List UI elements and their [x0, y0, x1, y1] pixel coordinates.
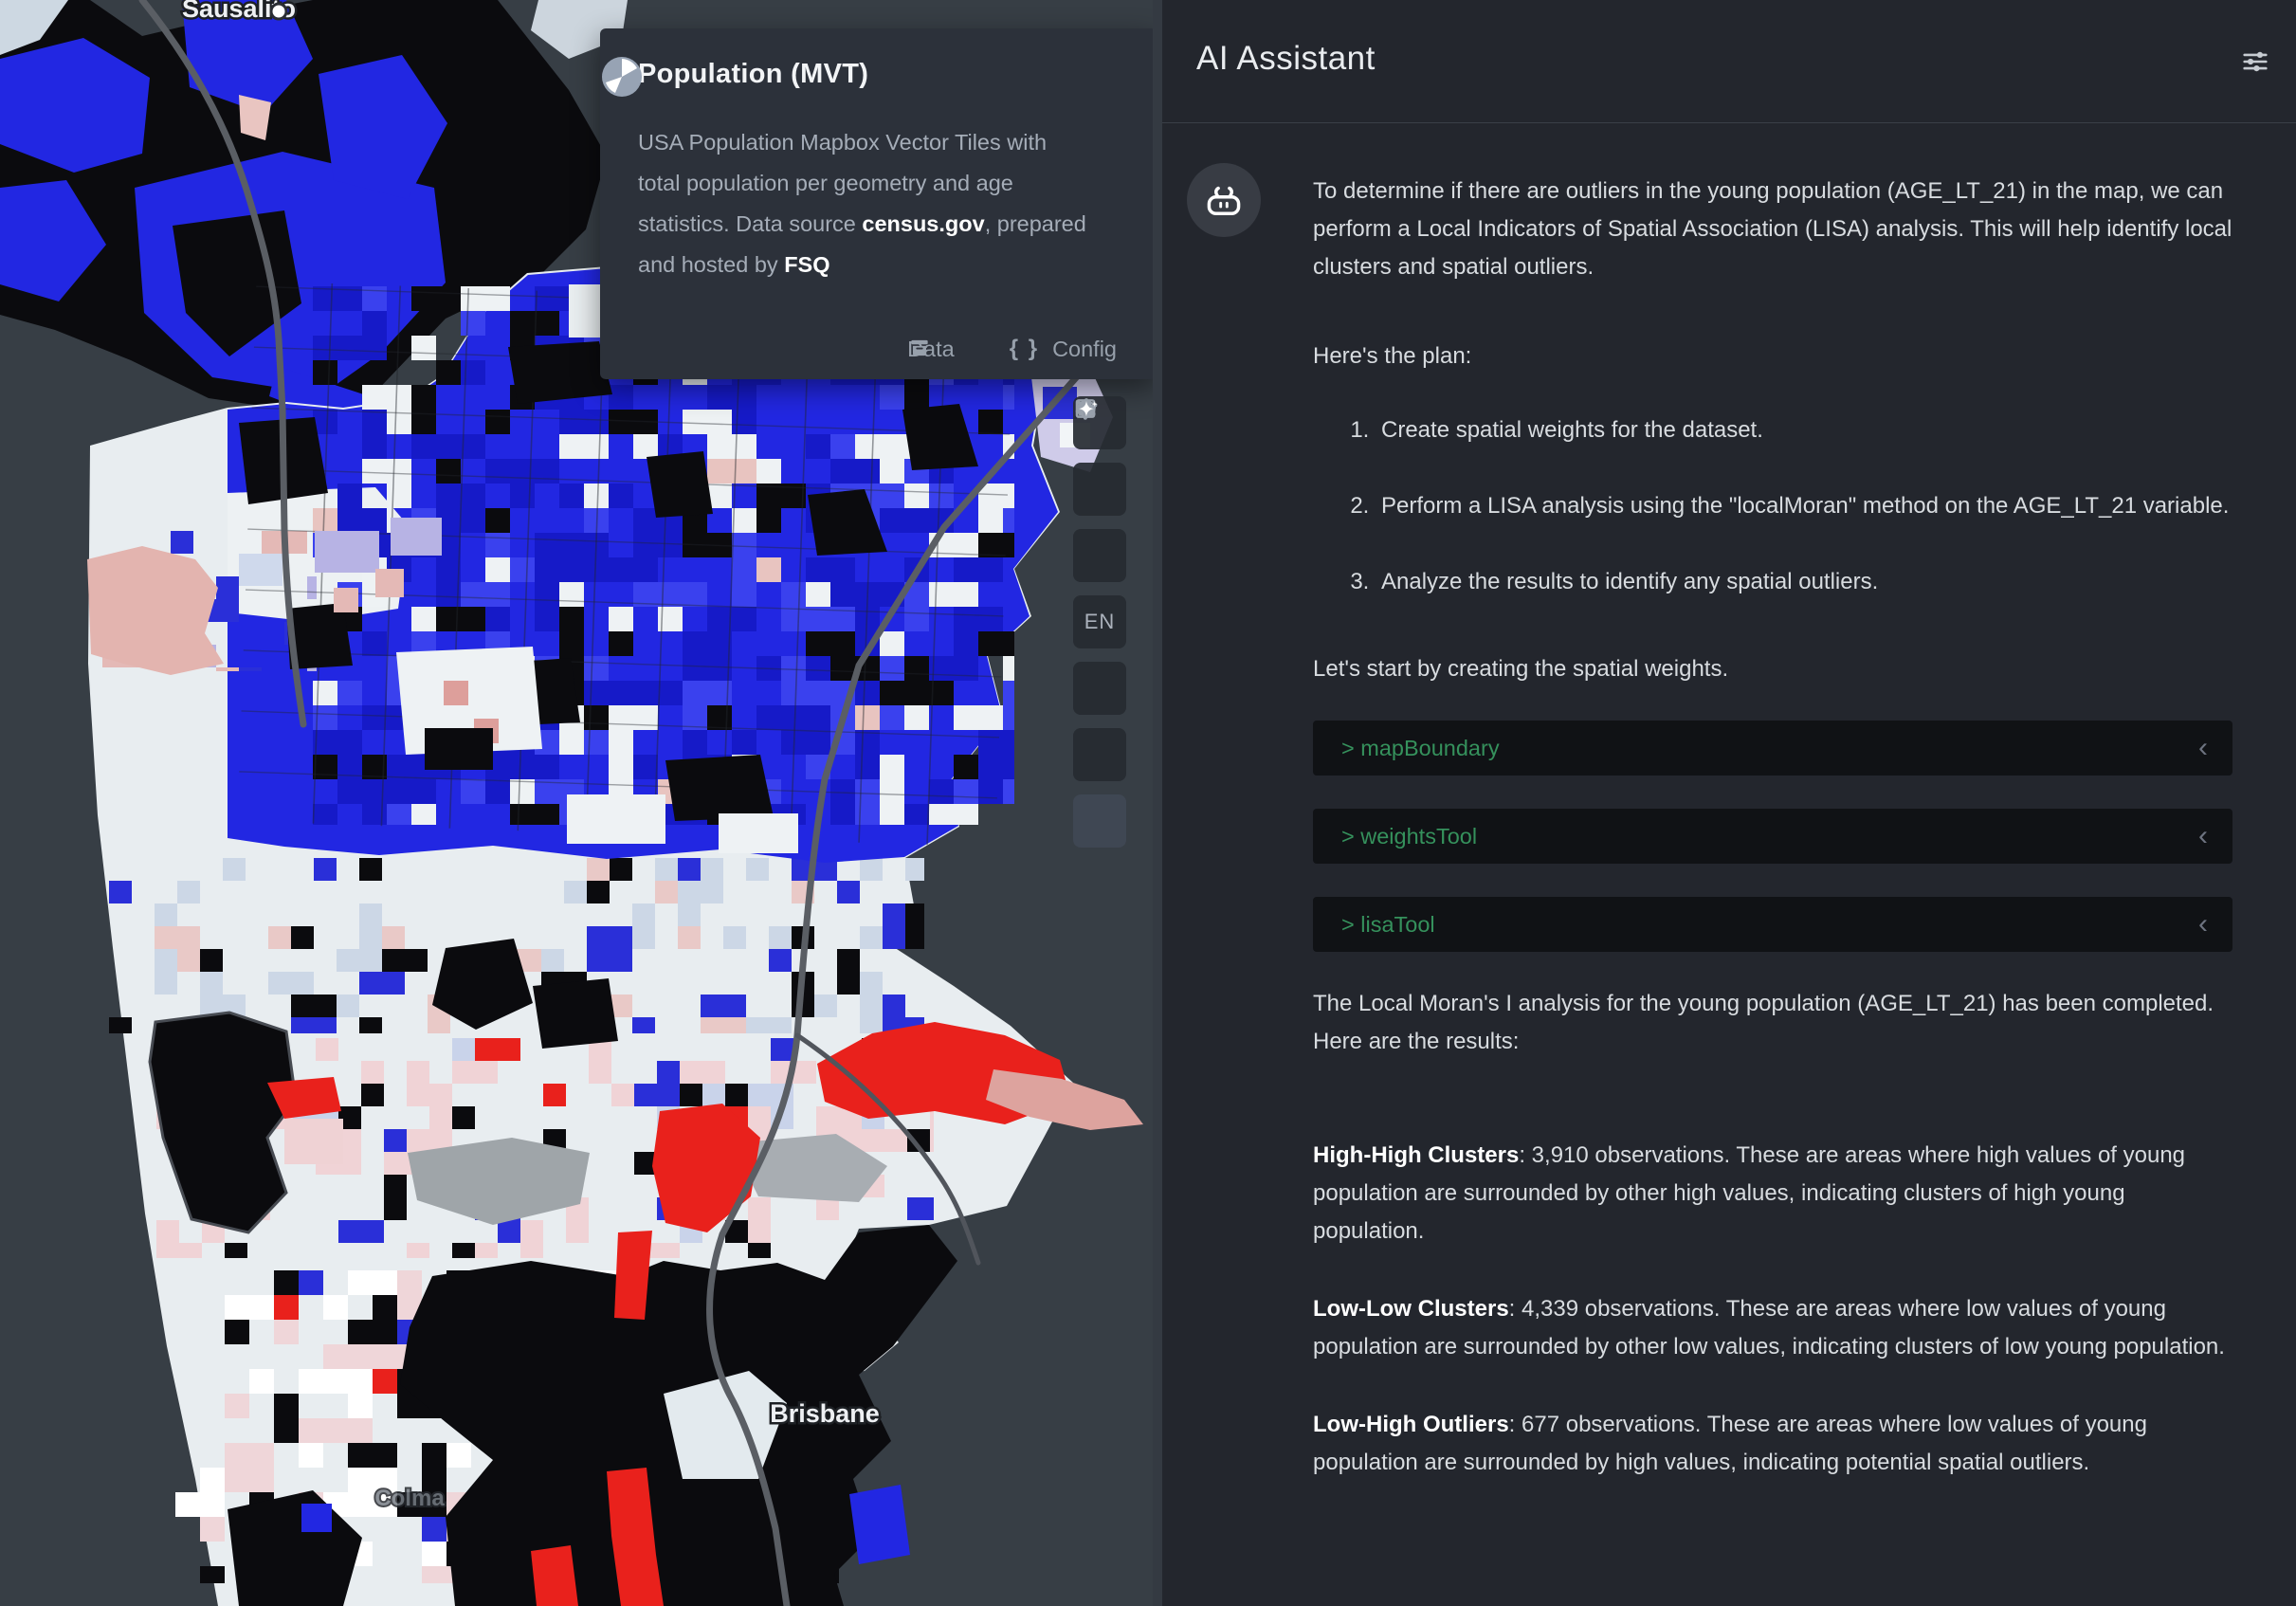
config-button[interactable]: { } Config — [1010, 336, 1117, 362]
collapse-chevron-icon[interactable]: ‹ — [2198, 822, 2208, 850]
dataset-type-icon — [600, 55, 644, 99]
magic-wand-button[interactable] — [1073, 728, 1126, 781]
layers-3d-button[interactable] — [1073, 463, 1126, 516]
config-braces-icon: { } — [1010, 336, 1039, 362]
map-panel-divider — [1153, 0, 1162, 1606]
data-archive-icon — [907, 336, 932, 360]
tool-call-mapboundary[interactable]: > mapBoundary ‹ — [1313, 721, 2232, 776]
tool-call-lisatool[interactable]: > lisaTool ‹ — [1313, 897, 2232, 952]
intro-paragraph: To determine if there are outliers in th… — [1313, 173, 2232, 286]
assistant-avatar — [1187, 163, 1261, 237]
start-text: Let's start by creating the spatial weig… — [1313, 650, 2232, 688]
tool-call-label: > mapBoundary — [1341, 729, 1500, 767]
polygon-select-button[interactable] — [1073, 529, 1126, 582]
map-label-brisbane: Brisbane — [770, 1399, 880, 1428]
language-button[interactable]: EN — [1073, 595, 1126, 648]
tool-call-weightstool[interactable]: > weightsTool ‹ — [1313, 809, 2232, 864]
results-intro: The Local Moran's I analysis for the you… — [1313, 985, 2232, 1061]
popup-description: USA Population Mapbox Vector Tiles with … — [638, 122, 1093, 285]
plan-steps: Create spatial weights for the dataset. … — [1313, 411, 2232, 601]
dataset-popup: Population (MVT) USA Population Mapbox V… — [600, 28, 1157, 379]
plan-heading: Here's the plan: — [1313, 338, 2232, 375]
result-low-low: Low-Low Clusters: 4,339 observations. Th… — [1313, 1290, 2232, 1366]
ai-assistant-button[interactable] — [1073, 794, 1126, 848]
popup-title: Population (MVT) — [638, 59, 1119, 90]
map-canvas[interactable]: Sausalito Brisbane Colma Population (MVT… — [0, 0, 1162, 1606]
collapse-chevron-icon[interactable]: ‹ — [2198, 734, 2208, 762]
plan-step: Create spatial weights for the dataset. — [1376, 411, 2232, 449]
tool-call-label: > weightsTool — [1341, 817, 1477, 855]
tool-call-label: > lisaTool — [1341, 905, 1435, 943]
collapse-chevron-icon[interactable]: ‹ — [2198, 910, 2208, 939]
map-toolbar: EN — [1073, 396, 1126, 848]
panel-title: AI Assistant — [1196, 40, 1376, 78]
result-low-high: Low-High Outliers: 677 observations. The… — [1313, 1406, 2232, 1482]
result-high-high: High-High Clusters: 3,910 observations. … — [1313, 1137, 2232, 1250]
plan-step: Analyze the results to identify any spat… — [1376, 563, 2232, 601]
plan-step: Perform a LISA analysis using the "local… — [1376, 487, 2232, 525]
data-button[interactable]: Data — [907, 337, 955, 362]
city-marker-dot — [271, 4, 286, 19]
assistant-message: To determine if there are outliers in th… — [1313, 123, 2232, 1522]
panel-header: AI Assistant — [1162, 0, 2296, 123]
ai-sparkle-icon — [1073, 396, 1102, 425]
map-label-colma: Colma — [374, 1486, 445, 1511]
language-label: EN — [1084, 610, 1116, 634]
app-window: Sausalito Brisbane Colma Population (MVT… — [0, 0, 2296, 1606]
ai-assistant-panel: AI Assistant To determine if there are o… — [1162, 0, 2296, 1606]
table-button[interactable] — [1073, 662, 1126, 715]
settings-sliders-icon[interactable] — [2239, 46, 2271, 78]
robot-icon — [1203, 179, 1245, 221]
